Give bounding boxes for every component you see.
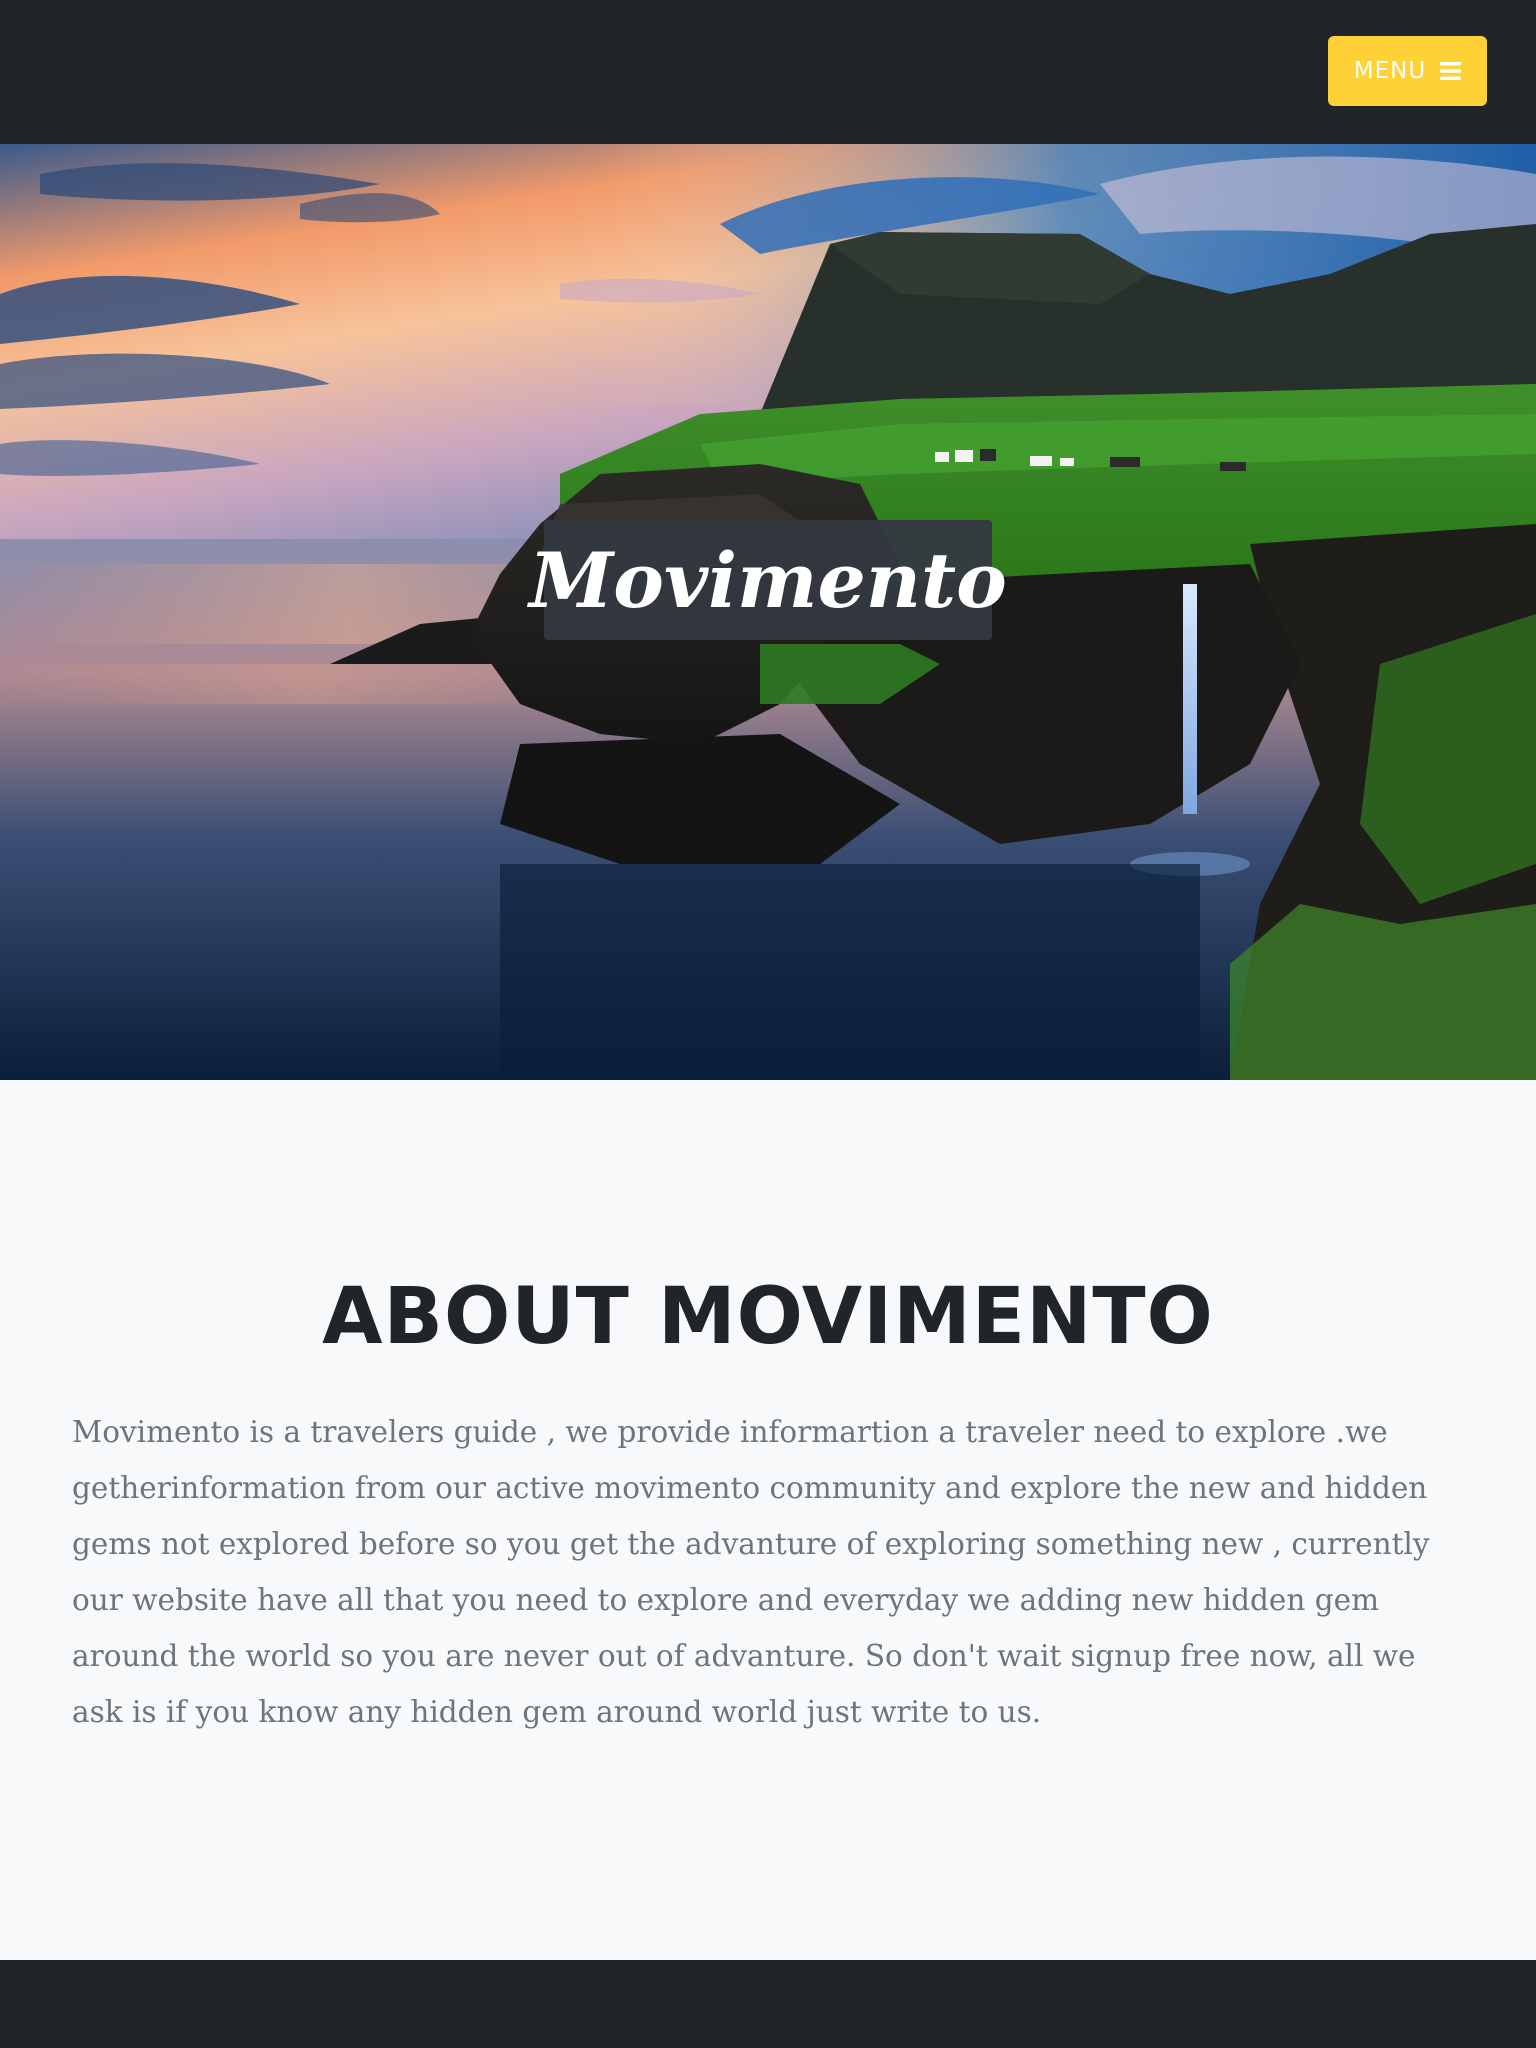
bars-icon [1440,62,1462,80]
hero-section: Movimento [0,144,1536,1080]
about-text: Movimento is a travelers guide , we prov… [72,1415,1430,1729]
about-heading: ABOUT MOVIMENTO [322,1272,1214,1362]
navbar: MENU [0,0,1536,144]
hero-title-box: Movimento [529,520,1007,640]
hero-title: Movimento [529,535,1007,625]
menu-label: MENU [1353,58,1427,84]
menu-button[interactable]: MENU [1328,36,1487,106]
footer [0,1960,1536,2048]
about-section: ABOUT MOVIMENTO Movimento is a travelers… [0,1080,1536,1960]
